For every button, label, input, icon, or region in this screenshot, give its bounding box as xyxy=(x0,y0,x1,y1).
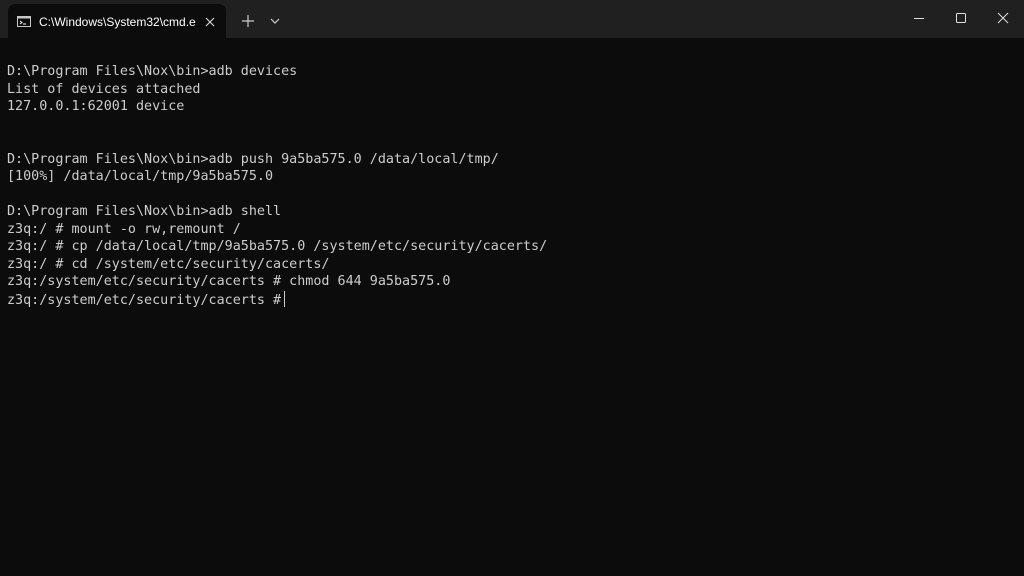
prompt-text: z3q:/system/etc/security/cacerts # xyxy=(7,292,282,308)
console-line: z3q:/system/etc/security/cacerts # chmod… xyxy=(7,274,451,289)
cmd-icon xyxy=(17,16,31,27)
terminal-content[interactable]: D:\Program Files\Nox\bin>adb devices Lis… xyxy=(0,38,1024,576)
console-line: z3q:/ # mount -o rw,remount / xyxy=(7,221,241,237)
tab-cmd[interactable]: C:\Windows\System32\cmd.e xyxy=(8,4,226,38)
console-line: List of devices attached xyxy=(7,81,201,97)
tab-title: C:\Windows\System32\cmd.e xyxy=(39,15,196,29)
console-line: [100%] /data/local/tmp/9a5ba575.0 xyxy=(7,169,274,184)
text-cursor xyxy=(284,290,286,307)
console-line: D:\Program Files\Nox\bin>adb push 9a5ba5… xyxy=(7,151,499,167)
chevron-down-icon[interactable] xyxy=(265,10,285,32)
terminal-window: C:\Windows\System32\cmd.e D:\Program Fil… xyxy=(0,0,1024,576)
maximize-icon[interactable] xyxy=(938,0,984,36)
close-icon[interactable] xyxy=(980,0,1024,36)
console-output: D:\Program Files\Nox\bin>adb devices Lis… xyxy=(7,63,1007,308)
console-line: z3q:/ # cp /data/local/tmp/9a5ba575.0 /s… xyxy=(7,239,548,254)
plus-icon[interactable] xyxy=(237,10,259,32)
console-line: z3q:/ # cd /system/etc/security/cacerts/ xyxy=(7,256,330,272)
console-line: D:\Program Files\Nox\bin>adb devices xyxy=(7,64,298,79)
close-icon[interactable] xyxy=(202,14,218,30)
minimize-icon[interactable] xyxy=(896,0,942,36)
console-line: D:\Program Files\Nox\bin>adb shell xyxy=(7,204,282,219)
prompt-line[interactable]: z3q:/system/etc/security/cacerts # xyxy=(7,290,1007,309)
title-bar: C:\Windows\System32\cmd.e xyxy=(0,0,1024,38)
console-line: 127.0.0.1:62001 device xyxy=(7,99,185,114)
